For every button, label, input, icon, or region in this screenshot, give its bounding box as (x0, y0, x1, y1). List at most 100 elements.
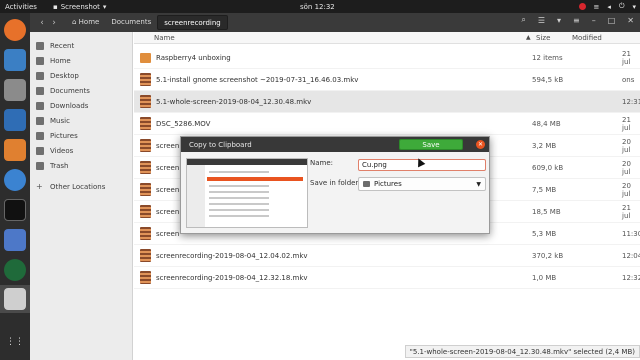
forward-icon[interactable]: › (48, 18, 60, 28)
breadcrumb-screenrecording[interactable]: screenrecording (157, 15, 228, 30)
file-row[interactable]: Raspberry4 unboxing 12 items 21 jul (134, 47, 640, 69)
file-modified: 12:04 (622, 251, 640, 260)
video-file-icon (140, 271, 151, 284)
list-view-icon[interactable]: ☰ (538, 16, 545, 25)
sidebar-item-pictures[interactable]: Pictures (30, 128, 132, 143)
chevron-down-icon: ▼ (476, 180, 481, 188)
close-icon[interactable]: ✕ (627, 16, 634, 25)
video-icon (36, 146, 44, 155)
sidebar-item-downloads[interactable]: Downloads (30, 98, 132, 113)
sidebar: Recent Home Desktop Documents Downloads … (30, 32, 133, 360)
globe-icon[interactable] (4, 259, 26, 281)
preview-row (209, 185, 269, 187)
breadcrumb-home[interactable]: ⌂ Home (66, 15, 105, 30)
help-icon[interactable] (4, 169, 26, 191)
file-modified: 20 jul (622, 181, 631, 198)
breadcrumb-documents[interactable]: Documents (105, 15, 157, 30)
column-size-header[interactable]: Size (536, 34, 550, 42)
chevron-down-icon: ▾ (632, 2, 636, 11)
sidebar-item-recent[interactable]: Recent (30, 38, 132, 53)
writer-icon[interactable] (4, 109, 26, 131)
preview-row (209, 191, 269, 193)
sidebar-item-trash[interactable]: Trash (30, 158, 132, 173)
file-row[interactable]: 5.1-install gnome screenshot ~2019-07-31… (134, 69, 640, 91)
sidebar-item-desktop[interactable]: Desktop (30, 68, 132, 83)
sidebar-item-music[interactable]: Music (30, 113, 132, 128)
screenshot-preview (186, 158, 308, 228)
system-tray[interactable]: ≡ ◂ ⏻ ▾ (578, 2, 636, 11)
file-row[interactable]: screenrecording-2019-08-04_12.04.02.mkv 3… (134, 245, 640, 267)
file-size: 5,3 MB (532, 229, 557, 238)
settings-icon[interactable] (4, 229, 26, 251)
column-name-header[interactable]: Name (154, 34, 175, 42)
preview-row (209, 209, 269, 211)
chevron-down-icon[interactable]: ▾ (557, 16, 561, 25)
back-icon[interactable]: ‹ (36, 18, 48, 28)
file-size: 370,2 kB (532, 251, 564, 260)
trash-icon (36, 161, 44, 170)
apps-grid-icon[interactable]: ⋮⋮ (4, 331, 26, 353)
chevron-down-icon: ▾ (102, 2, 107, 11)
file-name: screen (156, 163, 180, 172)
sidebar-item-label: Pictures (50, 131, 78, 140)
power-icon: ⏻ (618, 2, 625, 10)
preview-row (209, 197, 269, 199)
sidebar-item-label: Videos (50, 146, 74, 155)
file-size: 594,5 kB (532, 75, 564, 84)
save-button[interactable]: Save (399, 139, 463, 150)
sidebar-item-other-locations[interactable]: + Other Locations (30, 179, 132, 194)
camera-icon: ▪ (52, 2, 58, 11)
app-menu[interactable]: ▪ Screenshot ▾ (53, 3, 106, 11)
software-center-icon[interactable] (4, 139, 26, 161)
file-name: 5.1-whole-screen-2019-08-04_12.30.48.mkv (156, 97, 312, 106)
file-size: 18,5 MB (532, 207, 561, 216)
file-name: screenrecording-2019-08-04_12.32.18.mkv (156, 273, 308, 282)
download-icon (36, 101, 44, 110)
file-name: DSC_5286.MOV (156, 119, 211, 128)
status-bar: "5.1-whole-screen-2019-08-04_12.30.48.mk… (404, 345, 640, 358)
music-icon (36, 116, 44, 125)
file-size: 609,0 kB (532, 163, 564, 172)
rhythmbox-icon[interactable] (4, 79, 26, 101)
folder-icon (363, 181, 370, 187)
file-row[interactable]: 5.1-whole-screen-2019-08-04_12.30.48.mkv… (134, 91, 640, 113)
thunderbird-icon[interactable] (4, 49, 26, 71)
preview-sidebar (187, 165, 205, 227)
firefox-icon[interactable] (4, 19, 26, 41)
close-icon[interactable]: ✕ (476, 140, 485, 149)
file-modified: 12:31 (622, 97, 640, 106)
sidebar-item-label: Other Locations (50, 182, 106, 191)
file-name: screen (156, 229, 180, 238)
sidebar-item-videos[interactable]: Videos (30, 143, 132, 158)
column-modified-header[interactable]: Modified (572, 34, 602, 42)
home-icon (36, 56, 44, 65)
search-icon[interactable]: ⌕ (521, 15, 525, 25)
record-indicator-icon[interactable] (578, 3, 586, 10)
maximize-icon[interactable]: □ (608, 16, 616, 25)
video-file-icon (140, 95, 151, 108)
name-label: Name: (310, 159, 334, 167)
file-modified: 20 jul (622, 137, 631, 154)
minimize-icon[interactable]: – (592, 16, 596, 25)
file-name: Raspberry4 unboxing (156, 53, 231, 62)
file-modified: 12:32 (622, 273, 640, 282)
file-row[interactable]: DSC_5286.MOV 48,4 MB 21 jul (134, 113, 640, 135)
file-row[interactable]: screenrecording-2019-08-04_12.32.18.mkv 1… (134, 267, 640, 289)
sort-ascending-icon: ▲ (526, 34, 531, 41)
folder-select[interactable]: Pictures ▼ (358, 177, 486, 191)
sidebar-item-documents[interactable]: Documents (30, 83, 132, 98)
file-name: screenrecording-2019-08-04_12.04.02.mkv (156, 251, 308, 260)
terminal-icon[interactable] (4, 199, 26, 221)
breadcrumb-label: Home (78, 18, 100, 26)
sidebar-item-home[interactable]: Home (30, 53, 132, 68)
folder-icon (140, 52, 151, 63)
file-modified: 11:30 (622, 229, 640, 238)
screenshot-icon[interactable] (4, 288, 26, 310)
file-size: 7,5 MB (532, 185, 557, 194)
activities-button[interactable]: Activities (5, 3, 37, 11)
file-name: 5.1-install gnome screenshot ~2019-07-31… (156, 75, 359, 84)
clock[interactable]: sön 12:32 (300, 3, 335, 11)
menu-icon[interactable]: ≡ (573, 16, 580, 25)
sidebar-item-label: Downloads (50, 101, 89, 110)
dialog-title: Copy to Clipboard (189, 140, 252, 149)
